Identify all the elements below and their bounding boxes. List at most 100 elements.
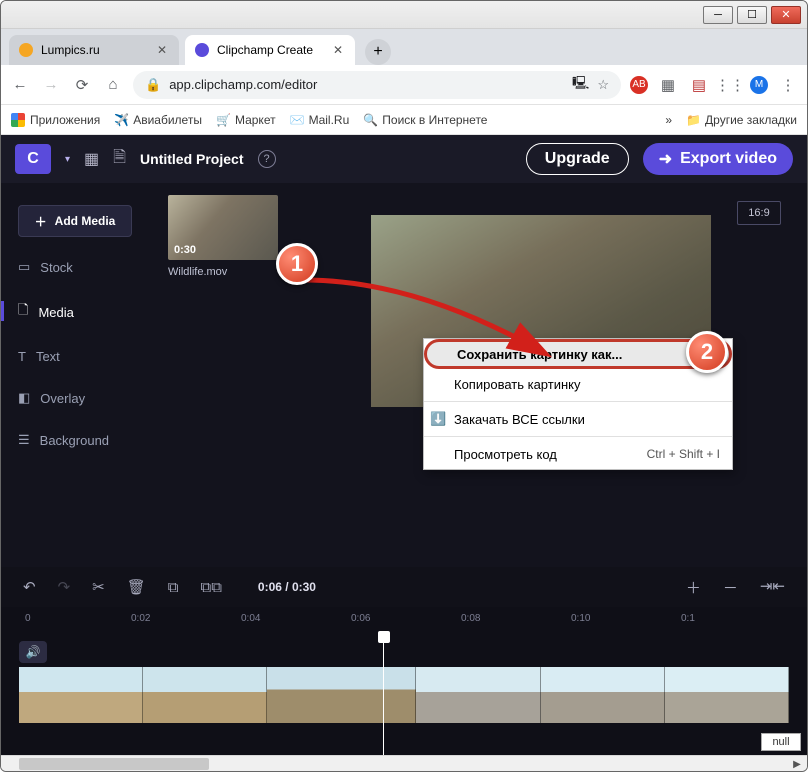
ctx-copy-image[interactable]: Копировать картинку [424,369,732,399]
ctx-download-links[interactable]: ⬇️ Закачать ВСЕ ссылки [424,404,732,434]
redo-button[interactable]: ↷ [58,578,71,596]
apps-label: Приложения [30,113,100,127]
media-thumbnail[interactable]: 0:30 Wildlife.mov [168,195,278,278]
reload-button[interactable]: ⟳ [71,74,93,96]
clip-segment[interactable] [19,667,143,723]
time-ruler[interactable]: 0 0:02 0:04 0:06 0:08 0:10 0:1 [1,607,807,633]
aspect-ratio-button[interactable]: 16:9 [737,201,781,225]
translate-icon[interactable]: 🖳 [572,74,589,96]
profile-avatar[interactable]: M [750,76,768,94]
bookmark-item[interactable]: 🔍Поиск в Интернете [363,113,487,127]
address-bar[interactable]: 🔒 app.clipchamp.com/editor 🖳 ☆ [133,71,621,99]
bookmarks-overflow[interactable]: » [665,113,672,127]
media-filename: Wildlife.mov [168,266,278,278]
cut-button[interactable]: ✂ [92,578,105,596]
os-titlebar: ─ ☐ ✕ [1,1,807,29]
extension-icon[interactable]: ▦ [657,74,679,96]
timeline[interactable]: 🔊 null [1,633,807,755]
separator [424,401,732,402]
copy-button[interactable]: ⧉ [168,579,179,596]
zoom-out-button[interactable]: － [723,577,738,598]
clip-strip[interactable] [19,667,789,723]
bookmark-item[interactable]: 🛒Маркет [216,113,276,127]
sidebar-item-overlay[interactable]: ◧Overlay [18,386,132,410]
speaker-icon: 🔊 [26,645,41,659]
delete-button[interactable]: 🗑 [127,578,146,596]
url-text: app.clipchamp.com/editor [169,77,317,92]
ctx-inspect[interactable]: Просмотреть код Ctrl + Shift + I [424,439,732,469]
bookmark-item[interactable]: ✉️Mail.Ru [290,113,350,127]
step-badge-1: 1 [276,243,318,285]
shortcut-label: Ctrl + Shift + I [647,447,720,461]
undo-button[interactable]: ↶ [23,578,36,596]
sidebar-item-stock[interactable]: ▭Stock [18,255,132,279]
tick-label: 0:04 [241,613,260,624]
tab-strip: Lumpics.ru ✕ Clipchamp Create ✕ + [1,29,807,65]
favicon-icon [19,43,33,57]
back-button[interactable]: ← [9,74,31,96]
clip-segment[interactable] [416,667,540,723]
tab-title: Lumpics.ru [41,43,155,57]
file-icon[interactable]: 🗎 [113,146,126,173]
cart-icon: 🛒 [216,113,230,127]
menu-button[interactable]: ⋮ [777,74,799,96]
clip-segment[interactable] [143,667,267,723]
extension-icon[interactable]: ⋮⋮ [719,74,741,96]
home-button[interactable]: ⌂ [102,74,124,96]
other-bookmarks[interactable]: 📁Другие закладки [686,113,797,127]
pdf-icon[interactable]: ▤ [688,74,710,96]
minimize-button[interactable]: ─ [703,6,733,24]
brand-logo[interactable]: C [15,144,51,174]
bookmarks-bar: Приложения ✈️Авиабилеты 🛒Маркет ✉️Mail.R… [1,105,807,135]
tab-lumpics[interactable]: Lumpics.ru ✕ [9,35,179,65]
null-tooltip: null [761,733,801,751]
duration-badge: 0:30 [174,244,196,256]
project-title[interactable]: Untitled Project [140,151,243,167]
audio-toggle[interactable]: 🔊 [19,641,47,663]
upgrade-button[interactable]: Upgrade [526,143,629,175]
playhead-knob[interactable] [378,631,390,643]
tab-close-icon[interactable]: ✕ [155,43,169,57]
apps-shortcut[interactable]: Приложения [11,113,100,127]
favicon-icon [195,43,209,57]
scroll-right-icon[interactable]: ▶ [789,756,805,772]
plus-icon: ＋ [35,213,47,230]
sidebar-item-background[interactable]: ☰Background [18,428,132,452]
browser-window: ─ ☐ ✕ Lumpics.ru ✕ Clipchamp Create ✕ + … [0,0,808,772]
sidebar-item-text[interactable]: TText [18,345,132,368]
tab-title: Clipchamp Create [217,43,331,57]
chevron-down-icon[interactable]: ▾ [65,154,70,165]
sidebar-item-media[interactable]: 🗋Media [18,297,132,327]
clip-segment[interactable] [665,667,789,723]
scroll-thumb[interactable] [19,758,209,770]
star-icon[interactable]: ☆ [597,77,609,93]
adblock-icon[interactable]: AB [630,76,648,94]
stage: 0:30 Wildlife.mov 16:9 ⏮ 1 2 Сохранить [146,183,807,567]
tick-label: 0:02 [131,613,150,624]
clip-segment[interactable] [267,667,416,723]
duplicate-button[interactable]: ⧉⧉ [201,579,222,596]
folder-icon: 📁 [686,113,700,127]
close-window-button[interactable]: ✕ [771,6,801,24]
new-tab-button[interactable]: + [365,39,391,65]
clip-segment[interactable] [541,667,665,723]
tab-clipchamp[interactable]: Clipchamp Create ✕ [185,35,355,65]
playhead[interactable] [383,633,384,755]
tab-close-icon[interactable]: ✕ [331,43,345,57]
forward-button[interactable]: → [40,74,62,96]
app-topbar: C ▾ ▦ 🗎 Untitled Project ? Upgrade ➜Expo… [1,135,807,183]
arrow-right-icon: ➜ [659,149,672,169]
apps-icon [11,113,25,127]
maximize-button[interactable]: ☐ [737,6,767,24]
video-icon[interactable]: ▦ [84,149,99,169]
step-badge-2: 2 [686,331,728,373]
text-icon: T [18,349,26,364]
fit-button[interactable]: ⇥⇤ [760,577,785,598]
zoom-in-button[interactable]: ＋ [686,577,701,598]
add-media-button[interactable]: ＋Add Media [18,205,132,237]
export-button[interactable]: ➜Export video [643,143,793,175]
help-button[interactable]: ? [258,150,276,168]
overlay-icon: ◧ [18,390,30,406]
bookmark-item[interactable]: ✈️Авиабилеты [114,113,202,127]
horizontal-scrollbar[interactable]: ▶ [1,755,807,771]
